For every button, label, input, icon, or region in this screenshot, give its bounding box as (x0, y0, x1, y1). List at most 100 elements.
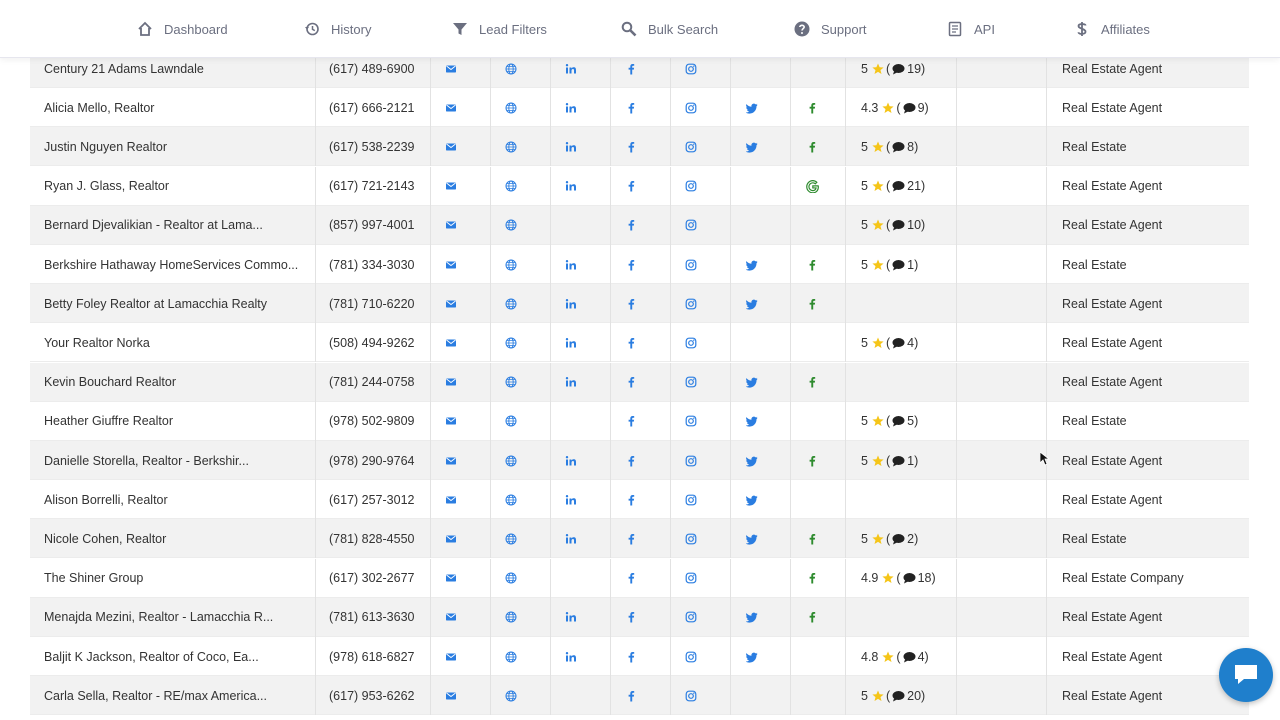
twitter-icon[interactable] (742, 402, 762, 441)
facebook-page-icon[interactable] (802, 127, 822, 166)
email-icon[interactable] (441, 284, 461, 323)
instagram-icon[interactable] (681, 676, 701, 715)
facebook-page-icon[interactable] (802, 245, 822, 284)
facebook-icon[interactable] (621, 167, 641, 206)
website-globe-icon[interactable] (501, 480, 521, 519)
instagram-icon[interactable] (681, 480, 701, 519)
website-globe-icon[interactable] (501, 323, 521, 362)
twitter-icon[interactable] (742, 127, 762, 166)
nav-dashboard[interactable]: Dashboard (136, 0, 228, 58)
instagram-icon[interactable] (681, 637, 701, 676)
instagram-icon[interactable] (681, 88, 701, 127)
website-globe-icon[interactable] (501, 402, 521, 441)
email-icon[interactable] (441, 441, 461, 480)
email-icon[interactable] (441, 676, 461, 715)
facebook-icon[interactable] (621, 88, 641, 127)
facebook-page-icon[interactable] (802, 441, 822, 480)
email-icon[interactable] (441, 167, 461, 206)
instagram-icon[interactable] (681, 245, 701, 284)
instagram-icon[interactable] (681, 284, 701, 323)
facebook-icon[interactable] (621, 519, 641, 558)
website-globe-icon[interactable] (501, 206, 521, 245)
instagram-icon[interactable] (681, 206, 701, 245)
instagram-icon[interactable] (681, 402, 701, 441)
linkedin-icon[interactable] (561, 245, 581, 284)
chat-button[interactable] (1219, 648, 1273, 702)
instagram-icon[interactable] (681, 127, 701, 166)
nav-api[interactable]: API (946, 0, 995, 58)
linkedin-icon[interactable] (561, 323, 581, 362)
email-icon[interactable] (441, 206, 461, 245)
facebook-page-icon[interactable] (802, 598, 822, 637)
facebook-icon[interactable] (621, 598, 641, 637)
website-globe-icon[interactable] (501, 441, 521, 480)
email-icon[interactable] (441, 363, 461, 402)
email-icon[interactable] (441, 402, 461, 441)
twitter-icon[interactable] (742, 480, 762, 519)
facebook-icon[interactable] (621, 363, 641, 402)
email-icon[interactable] (441, 127, 461, 166)
linkedin-icon[interactable] (561, 363, 581, 402)
linkedin-icon[interactable] (561, 480, 581, 519)
facebook-icon[interactable] (621, 637, 641, 676)
instagram-icon[interactable] (681, 598, 701, 637)
website-globe-icon[interactable] (501, 88, 521, 127)
twitter-icon[interactable] (742, 284, 762, 323)
nav-affiliates[interactable]: Affiliates (1073, 0, 1150, 58)
linkedin-icon[interactable] (561, 441, 581, 480)
email-icon[interactable] (441, 323, 461, 362)
facebook-icon[interactable] (621, 676, 641, 715)
instagram-icon[interactable] (681, 559, 701, 598)
instagram-icon[interactable] (681, 167, 701, 206)
twitter-icon[interactable] (742, 519, 762, 558)
facebook-page-icon[interactable] (802, 363, 822, 402)
website-globe-icon[interactable] (501, 676, 521, 715)
email-icon[interactable] (441, 519, 461, 558)
website-globe-icon[interactable] (501, 284, 521, 323)
twitter-icon[interactable] (742, 363, 762, 402)
facebook-icon[interactable] (621, 323, 641, 362)
facebook-page-icon[interactable] (802, 559, 822, 598)
email-icon[interactable] (441, 637, 461, 676)
twitter-icon[interactable] (742, 88, 762, 127)
email-icon[interactable] (441, 598, 461, 637)
facebook-icon[interactable] (621, 441, 641, 480)
instagram-icon[interactable] (681, 441, 701, 480)
nav-history[interactable]: History (303, 0, 371, 58)
nav-lead-filters[interactable]: Lead Filters (451, 0, 547, 58)
facebook-page-icon[interactable] (802, 88, 822, 127)
linkedin-icon[interactable] (561, 127, 581, 166)
google-icon[interactable] (802, 167, 822, 206)
instagram-icon[interactable] (681, 363, 701, 402)
linkedin-icon[interactable] (561, 598, 581, 637)
twitter-icon[interactable] (742, 598, 762, 637)
twitter-icon[interactable] (742, 637, 762, 676)
facebook-icon[interactable] (621, 480, 641, 519)
linkedin-icon[interactable] (561, 88, 581, 127)
website-globe-icon[interactable] (501, 127, 521, 166)
nav-bulk-search[interactable]: Bulk Search (620, 0, 718, 58)
instagram-icon[interactable] (681, 519, 701, 558)
email-icon[interactable] (441, 480, 461, 519)
facebook-icon[interactable] (621, 245, 641, 284)
linkedin-icon[interactable] (561, 284, 581, 323)
website-globe-icon[interactable] (501, 167, 521, 206)
facebook-icon[interactable] (621, 284, 641, 323)
linkedin-icon[interactable] (561, 637, 581, 676)
linkedin-icon[interactable] (561, 167, 581, 206)
twitter-icon[interactable] (742, 245, 762, 284)
instagram-icon[interactable] (681, 323, 701, 362)
facebook-icon[interactable] (621, 127, 641, 166)
facebook-icon[interactable] (621, 559, 641, 598)
website-globe-icon[interactable] (501, 363, 521, 402)
linkedin-icon[interactable] (561, 519, 581, 558)
website-globe-icon[interactable] (501, 519, 521, 558)
website-globe-icon[interactable] (501, 245, 521, 284)
facebook-icon[interactable] (621, 402, 641, 441)
email-icon[interactable] (441, 88, 461, 127)
email-icon[interactable] (441, 559, 461, 598)
website-globe-icon[interactable] (501, 598, 521, 637)
website-globe-icon[interactable] (501, 637, 521, 676)
email-icon[interactable] (441, 245, 461, 284)
facebook-page-icon[interactable] (802, 284, 822, 323)
